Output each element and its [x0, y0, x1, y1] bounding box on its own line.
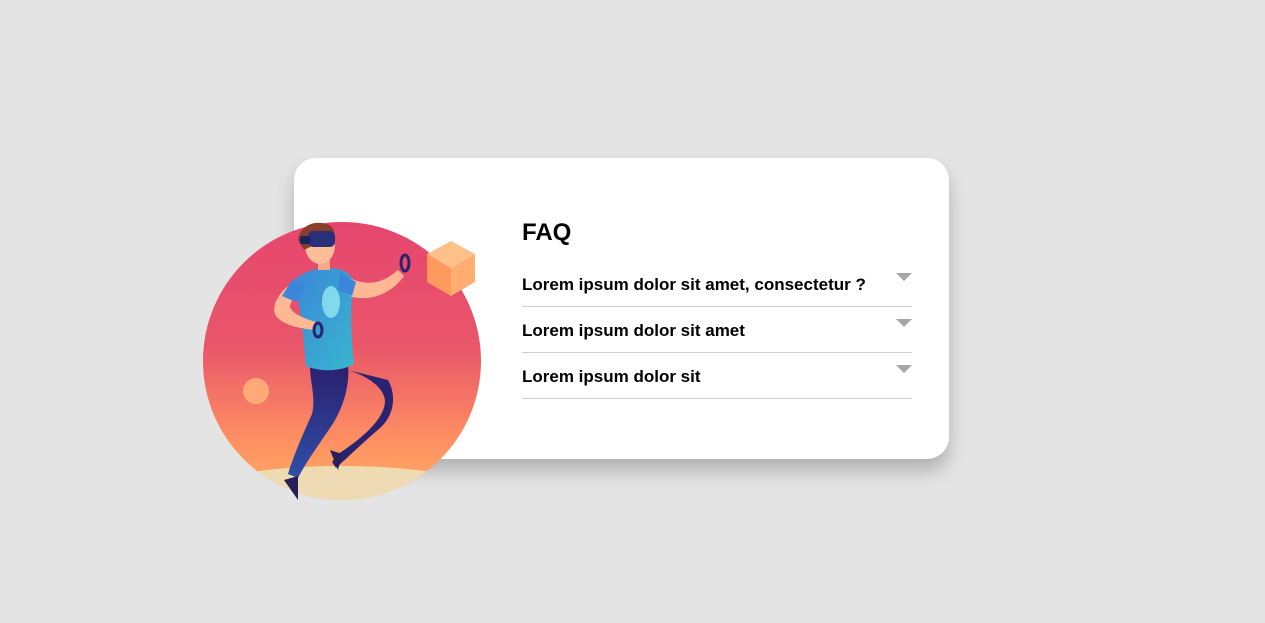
caret-down-icon[interactable] — [896, 273, 912, 281]
faq-item[interactable]: Lorem ipsum dolor sit amet, consectetur … — [522, 261, 912, 307]
vr-person-illustration — [203, 222, 481, 500]
faq-list: Lorem ipsum dolor sit amet, consectetur … — [522, 261, 912, 399]
faq-question[interactable]: Lorem ipsum dolor sit amet — [522, 321, 745, 341]
illustration-ground — [203, 466, 481, 500]
caret-down-icon[interactable] — [896, 319, 912, 327]
faq-item[interactable]: Lorem ipsum dolor sit amet — [522, 307, 912, 353]
faq-item[interactable]: Lorem ipsum dolor sit — [522, 353, 912, 399]
orange-ball-icon — [243, 378, 269, 404]
caret-down-icon[interactable] — [896, 365, 912, 373]
faq-question[interactable]: Lorem ipsum dolor sit amet, consectetur … — [522, 275, 866, 295]
faq-section: FAQ Lorem ipsum dolor sit amet, consecte… — [522, 218, 912, 399]
faq-question[interactable]: Lorem ipsum dolor sit — [522, 367, 701, 387]
faq-title: FAQ — [522, 219, 572, 246]
page: FAQ Lorem ipsum dolor sit amet, consecte… — [0, 0, 1265, 623]
